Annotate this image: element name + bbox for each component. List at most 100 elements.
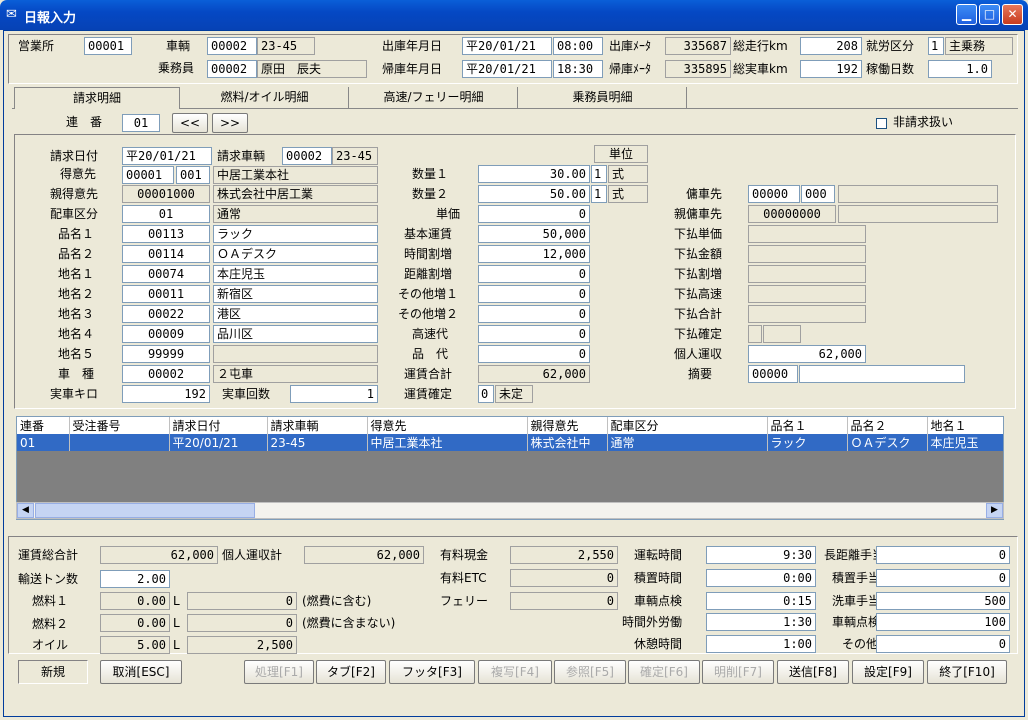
tab-jomuin[interactable]: 乗務員明細 <box>519 87 687 109</box>
sharyo-tenken-field[interactable]: 100 <box>876 613 1010 631</box>
scroll-thumb[interactable] <box>35 503 255 518</box>
haisha-code-field[interactable]: 01 <box>122 205 210 223</box>
sharyo-code-field[interactable]: 00002 <box>207 37 257 55</box>
suryo2-field[interactable]: 50.00 <box>478 185 590 203</box>
shuko-time-field[interactable]: 08:00 <box>553 37 603 55</box>
kyukei-field[interactable]: 1:00 <box>706 635 816 653</box>
sekichi-teate-field[interactable]: 0 <box>876 569 1010 587</box>
sonota1-field[interactable]: 0 <box>478 285 590 303</box>
minimize-button[interactable]: ▁ <box>956 4 977 25</box>
footer-button[interactable]: フッタ[F3] <box>389 660 475 684</box>
chimei4-code-field[interactable]: 00009 <box>122 325 210 343</box>
col-hinmei2[interactable]: 品名２ <box>847 417 928 434</box>
process-button[interactable]: 処理[F1] <box>244 660 314 684</box>
seikyu-sharyo-code-field[interactable]: 00002 <box>282 147 332 165</box>
kiko-time-field[interactable]: 18:30 <box>553 60 603 78</box>
next-renban-button[interactable]: >> <box>212 113 248 133</box>
chimei2-field[interactable]: 新宿区 <box>213 285 378 303</box>
tab-seikyu[interactable]: 請求明細 <box>14 87 180 109</box>
seikyu-date-field[interactable]: 平20/01/21 <box>122 147 212 165</box>
chimei2-code-field[interactable]: 00011 <box>122 285 210 303</box>
settings-button[interactable]: 設定[F9] <box>852 660 924 684</box>
eigyosho-field[interactable]: 00001 <box>84 37 132 55</box>
chimei1-field[interactable]: 本庄児玉 <box>213 265 378 283</box>
kyori-field[interactable]: 0 <box>478 265 590 283</box>
yosha-code-field[interactable]: 00000 <box>748 185 800 203</box>
col-seikyu-date[interactable]: 請求日付 <box>169 417 268 434</box>
kihon-field[interactable]: 50,000 <box>478 225 590 243</box>
hiseikyu-checkbox[interactable] <box>876 118 887 129</box>
tekiyo-text-field[interactable] <box>799 365 965 383</box>
hinmei-dai-field[interactable]: 0 <box>478 345 590 363</box>
confirm-button[interactable]: 確定[F6] <box>628 660 700 684</box>
hinmei1-field[interactable]: ラック <box>213 225 378 243</box>
col-hinmei1[interactable]: 品名１ <box>767 417 848 434</box>
yosha-sub-field[interactable]: 000 <box>801 185 835 203</box>
shuko-date-field[interactable]: 平20/01/21 <box>462 37 552 55</box>
chimei1-code-field[interactable]: 00074 <box>122 265 210 283</box>
sensha-field[interactable]: 500 <box>876 592 1010 610</box>
suryo1-field[interactable]: 30.00 <box>478 165 590 183</box>
yuso-ton-field[interactable]: 2.00 <box>100 570 170 588</box>
kosoku-field[interactable]: 0 <box>478 325 590 343</box>
col-renban[interactable]: 連番 <box>17 417 70 434</box>
tab-kosoku[interactable]: 高速/フェリー明細 <box>350 87 518 109</box>
prev-renban-button[interactable]: << <box>172 113 208 133</box>
chimei5-code-field[interactable]: 99999 <box>122 345 210 363</box>
sekichi-field[interactable]: 0:00 <box>706 569 816 587</box>
shuro-code-field[interactable]: 1 <box>928 37 944 55</box>
hinmei1-code-field[interactable]: 00113 <box>122 225 210 243</box>
jissha-km-field[interactable]: 192 <box>122 385 210 403</box>
chimei3-code-field[interactable]: 00022 <box>122 305 210 323</box>
table-row[interactable]: 01 平20/01/21 23-45 中居工業本社 株式会社中 通常 ラック Ｏ… <box>17 434 1003 451</box>
scroll-right-icon[interactable]: ▶ <box>986 503 1003 518</box>
tekiyo-code-field[interactable]: 00000 <box>748 365 798 383</box>
shashu-code-field[interactable]: 00002 <box>122 365 210 383</box>
copy-button[interactable]: 複写[F4] <box>478 660 552 684</box>
jikangai-field[interactable]: 1:30 <box>706 613 816 631</box>
tanka-field[interactable]: 0 <box>478 205 590 223</box>
jissha-kaisu-field[interactable]: 1 <box>290 385 378 403</box>
tenken-field[interactable]: 0:15 <box>706 592 816 610</box>
sonota2-field[interactable]: 0 <box>478 305 590 323</box>
send-button[interactable]: 送信[F8] <box>777 660 849 684</box>
col-juchu[interactable]: 受注番号 <box>69 417 170 434</box>
tab-nenryo[interactable]: 燃料/オイル明細 <box>181 87 349 109</box>
scroll-left-icon[interactable]: ◀ <box>17 503 34 518</box>
col-haisha[interactable]: 配車区分 <box>607 417 768 434</box>
chimei4-field[interactable]: 品川区 <box>213 325 378 343</box>
col-seikyu-sharyo[interactable]: 請求車輌 <box>267 417 368 434</box>
hinmei2-code-field[interactable]: 00114 <box>122 245 210 263</box>
maximize-button[interactable]: □ <box>979 4 1000 25</box>
unten-field[interactable]: 9:30 <box>706 546 816 564</box>
kiko-date-field[interactable]: 平20/01/21 <box>462 60 552 78</box>
hinmei2-label: 品名２ <box>58 247 95 261</box>
col-oya-tokui[interactable]: 親得意先 <box>527 417 608 434</box>
sokoko-field[interactable]: 208 <box>800 37 862 55</box>
tokui-sub-field[interactable]: 001 <box>176 166 210 184</box>
suryo2-unit-code-field[interactable]: 1 <box>591 185 607 203</box>
renban-field[interactable]: 01 <box>122 114 160 132</box>
jomuin-code-field[interactable]: 00002 <box>207 60 257 78</box>
horizontal-scrollbar[interactable]: ◀ ▶ <box>16 502 1004 519</box>
hinmei2-field[interactable]: ＯＡデスク <box>213 245 378 263</box>
col-tokui[interactable]: 得意先 <box>367 417 528 434</box>
suryo1-unit-code-field[interactable]: 1 <box>591 165 607 183</box>
close-button[interactable]: ✕ <box>1002 4 1023 25</box>
kojin-field[interactable]: 62,000 <box>748 345 866 363</box>
kakutei-code-field[interactable]: 0 <box>478 385 494 403</box>
cancel-button[interactable]: 取消[ESC] <box>100 660 182 684</box>
sojissha-field[interactable]: 192 <box>800 60 862 78</box>
hiseikyu-label: 非請求扱い <box>893 115 954 129</box>
delete-line-button[interactable]: 明削[F7] <box>702 660 774 684</box>
jikan-field[interactable]: 12,000 <box>478 245 590 263</box>
col-chimei1[interactable]: 地名１ <box>927 417 1003 434</box>
kado-field[interactable]: 1.0 <box>928 60 992 78</box>
tab-button[interactable]: タブ[F2] <box>316 660 386 684</box>
exit-button[interactable]: 終了[F10] <box>927 660 1007 684</box>
ref-button[interactable]: 参照[F5] <box>554 660 626 684</box>
sonota-field[interactable]: 0 <box>876 635 1010 653</box>
chokyori-field[interactable]: 0 <box>876 546 1010 564</box>
tokui-code-field[interactable]: 00001 <box>122 166 174 184</box>
chimei3-field[interactable]: 港区 <box>213 305 378 323</box>
